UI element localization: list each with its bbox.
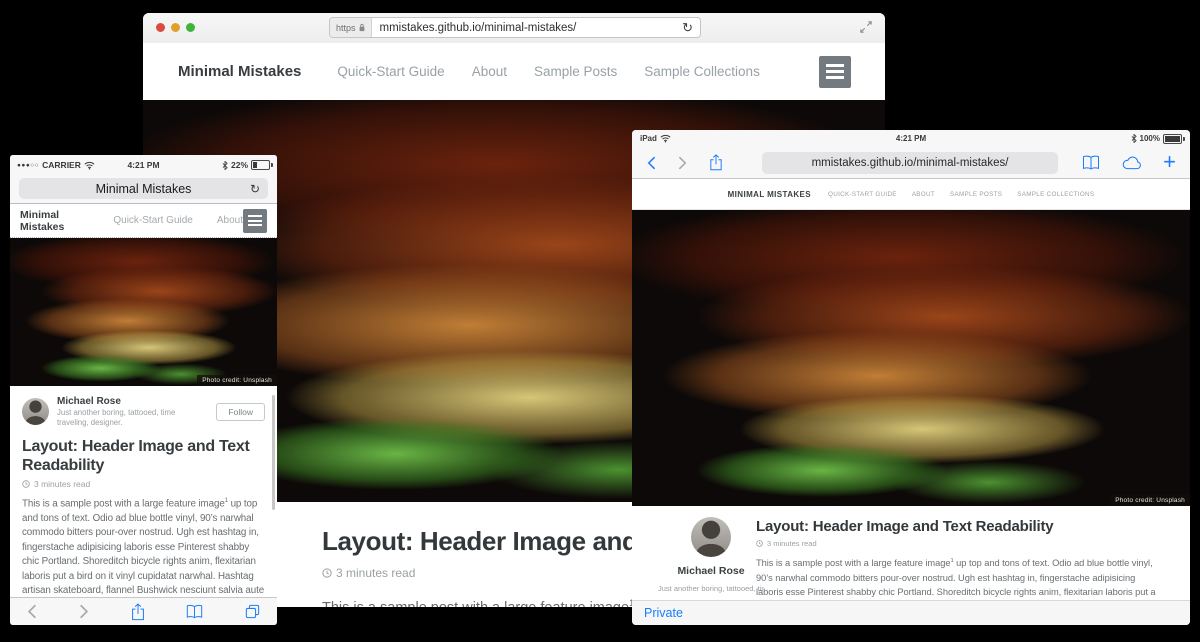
wifi-icon [660,134,671,143]
author-bio: Just another boring, tattooed, time trav… [57,408,208,428]
bookmarks-icon[interactable] [1082,155,1100,170]
window-controls [156,23,195,32]
reload-icon[interactable]: ↻ [675,21,700,34]
site-title[interactable]: MINIMAL MISTAKES [728,190,811,199]
battery-percent: 22% [231,160,248,170]
share-icon[interactable] [131,603,145,621]
signal-strength-icon: ●●●○○ [17,162,39,169]
photo-credit: Photo credit: Unsplash [197,375,277,386]
url-text: mmistakes.github.io/minimal-mistakes/ [812,157,1009,169]
author-bio: Just another boring, tattooed, time trav… [658,584,764,594]
post-title: Layout: Header Image and Text Readabilit… [756,518,1160,535]
device-label: iPad [640,134,657,143]
address-bar[interactable]: https mmistakes.github.io/minimal-mistak… [329,17,701,38]
nav-link-about[interactable]: About [472,64,507,79]
browser-titlebar: https mmistakes.github.io/minimal-mistak… [143,13,885,44]
post-body: This is a sample post with a large featu… [22,497,265,598]
clock-icon [22,480,30,488]
close-window-button[interactable] [156,23,165,32]
author-sidebar: Michael Rose Just another boring, tattoo… [658,517,764,593]
composite-stage: https mmistakes.github.io/minimal-mistak… [0,0,1200,642]
nav-link-about[interactable]: About [217,215,243,226]
url-text[interactable]: mmistakes.github.io/minimal-mistakes/ [372,22,676,34]
carrier-label: CARRIER [42,160,81,170]
body-text: This is a sample post with a large featu… [322,600,629,607]
author-name: Michael Rose [658,565,764,579]
site-title[interactable]: Minimal Mistakes [178,63,301,80]
page-title-text: Minimal Mistakes [96,182,192,196]
iphone-bottom-toolbar [10,597,277,625]
battery-icon [251,160,270,170]
follow-button[interactable]: Follow [216,403,265,421]
hamburger-menu-button[interactable] [819,56,851,88]
nav-link-quick-start[interactable]: Quick-Start Guide [113,215,192,226]
nav-link-about[interactable]: ABOUT [912,191,935,198]
new-tab-icon[interactable]: + [1163,151,1176,173]
status-time: 4:21 PM [127,160,159,170]
wifi-icon [84,161,95,170]
private-button[interactable]: Private [644,606,683,620]
author-avatar [22,398,49,425]
post-meta: 3 minutes read [756,539,1160,548]
post-title: Layout: Header Image and Text Readabilit… [22,438,265,475]
nav-link-quick-start[interactable]: Quick-Start Guide [337,64,444,79]
body-text: up top and tons of text. Odio ad blue bo… [22,499,264,598]
ipad-safari-window: iPad 4:21 PM 100% mmistakes.github.io/mi… [632,130,1190,625]
iphone-address-field[interactable]: Minimal Mistakes ↻ [19,178,268,199]
back-icon[interactable] [27,604,37,619]
scrollbar[interactable] [272,395,275,510]
read-time: 3 minutes read [34,479,90,489]
post-article-mobile: Michael Rose Just another boring, tattoo… [10,386,277,598]
nav-link-sample-posts[interactable]: Sample Posts [534,64,617,79]
iphone-url-bar: Minimal Mistakes ↻ [10,175,277,204]
nav-link-sample-collections[interactable]: SAMPLE COLLECTIONS [1017,191,1094,198]
site-masthead: Minimal Mistakes Quick-Start Guide About… [143,43,885,100]
clock-icon [322,568,332,578]
battery-icon [1163,134,1182,144]
https-badge: https [330,18,372,37]
author-row: Michael Rose Just another boring, tattoo… [22,395,265,428]
site-nav-tablet: MINIMAL MISTAKES QUICK-START GUIDE ABOUT… [632,179,1190,210]
zoom-window-button[interactable] [186,23,195,32]
read-time: 3 minutes read [336,566,415,580]
battery-percent: 100% [1140,134,1160,143]
resize-window-icon[interactable] [860,21,872,33]
header-image: Photo credit: Unsplash [10,238,277,386]
status-time: 4:21 PM [896,134,926,143]
share-icon[interactable] [709,154,723,171]
post-meta: 3 minutes read [22,479,265,489]
ipad-status-bar: iPad 4:21 PM 100% [632,130,1190,147]
clock-icon [756,540,763,547]
bookmarks-icon[interactable] [186,604,203,619]
https-label: https [336,23,356,33]
nav-link-sample-posts[interactable]: SAMPLE POSTS [950,191,1002,198]
iphone-status-bar: ●●●○○ CARRIER 4:21 PM 22% [10,155,277,175]
site-nav: Quick-Start Guide About Sample Posts Sam… [337,64,759,79]
icloud-tabs-icon[interactable] [1121,156,1142,170]
back-icon[interactable] [647,156,656,170]
bluetooth-icon [1131,134,1137,143]
ipad-toolbar: mmistakes.github.io/minimal-mistakes/ + [632,147,1190,179]
site-nav-mobile: Minimal Mistakes Quick-Start Guide About [10,204,277,238]
header-image: Photo credit: Unsplash [632,210,1190,506]
lock-icon [359,23,365,32]
forward-icon[interactable] [79,604,89,619]
site-title[interactable]: Minimal Mistakes [20,209,87,233]
read-time: 3 minutes read [767,539,817,548]
body-text: This is a sample post with a large featu… [756,558,950,568]
author-avatar [691,517,731,557]
iphone-safari-window: ●●●○○ CARRIER 4:21 PM 22% Minimal Mistak… [10,155,277,625]
bluetooth-icon [222,161,228,170]
minimize-window-button[interactable] [171,23,180,32]
tabs-icon[interactable] [245,604,260,619]
body-text: This is a sample post with a large featu… [22,499,225,510]
nav-link-quick-start[interactable]: QUICK-START GUIDE [828,191,897,198]
private-browsing-bar: Private [632,600,1190,625]
forward-icon[interactable] [678,156,687,170]
ipad-address-field[interactable]: mmistakes.github.io/minimal-mistakes/ [762,152,1058,174]
author-name: Michael Rose [57,395,208,408]
reload-icon[interactable]: ↻ [250,183,260,195]
nav-link-sample-collections[interactable]: Sample Collections [644,64,760,79]
hamburger-menu-button[interactable] [243,209,267,233]
